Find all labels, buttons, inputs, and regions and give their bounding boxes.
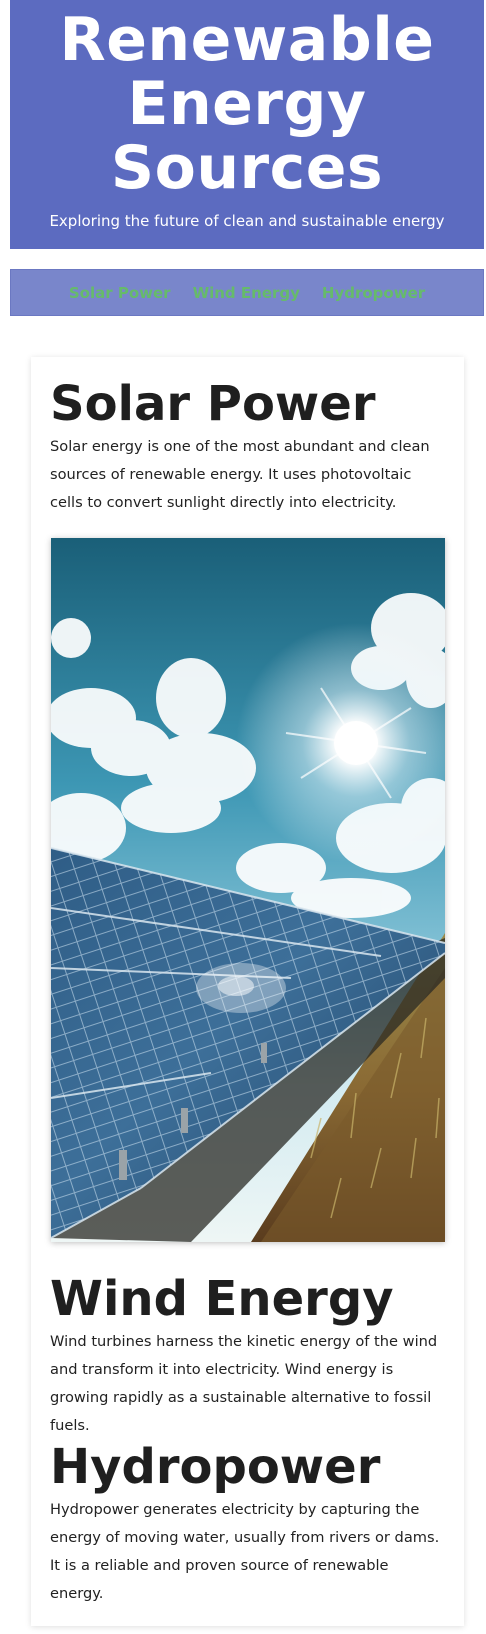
hydro-heading: Hydropower: [50, 1439, 381, 1495]
hydro-text: Hydropower generates electricity by capt…: [50, 1501, 440, 1602]
wind-heading: Wind Energy: [50, 1271, 394, 1327]
nav-link-wind-energy[interactable]: Wind Energy: [193, 284, 300, 302]
wind-text: Wind turbines harness the kinetic energy…: [50, 1333, 438, 1434]
main-nav: Solar Power Wind Energy Hydropower: [10, 269, 484, 316]
nav-link-hydropower[interactable]: Hydropower: [322, 284, 425, 302]
page-title: Renewable Energy Sources: [59, 5, 435, 203]
solar-text: Solar energy is one of the most abundant…: [50, 438, 430, 511]
nav-link-solar-power[interactable]: Solar Power: [69, 284, 171, 302]
site-header: Renewable Energy Sources Exploring the f…: [10, 0, 484, 249]
solar-heading: Solar Power: [50, 376, 376, 432]
page-subtitle: Exploring the future of clean and sustai…: [49, 212, 445, 230]
solar-panel-image: [51, 538, 445, 1242]
